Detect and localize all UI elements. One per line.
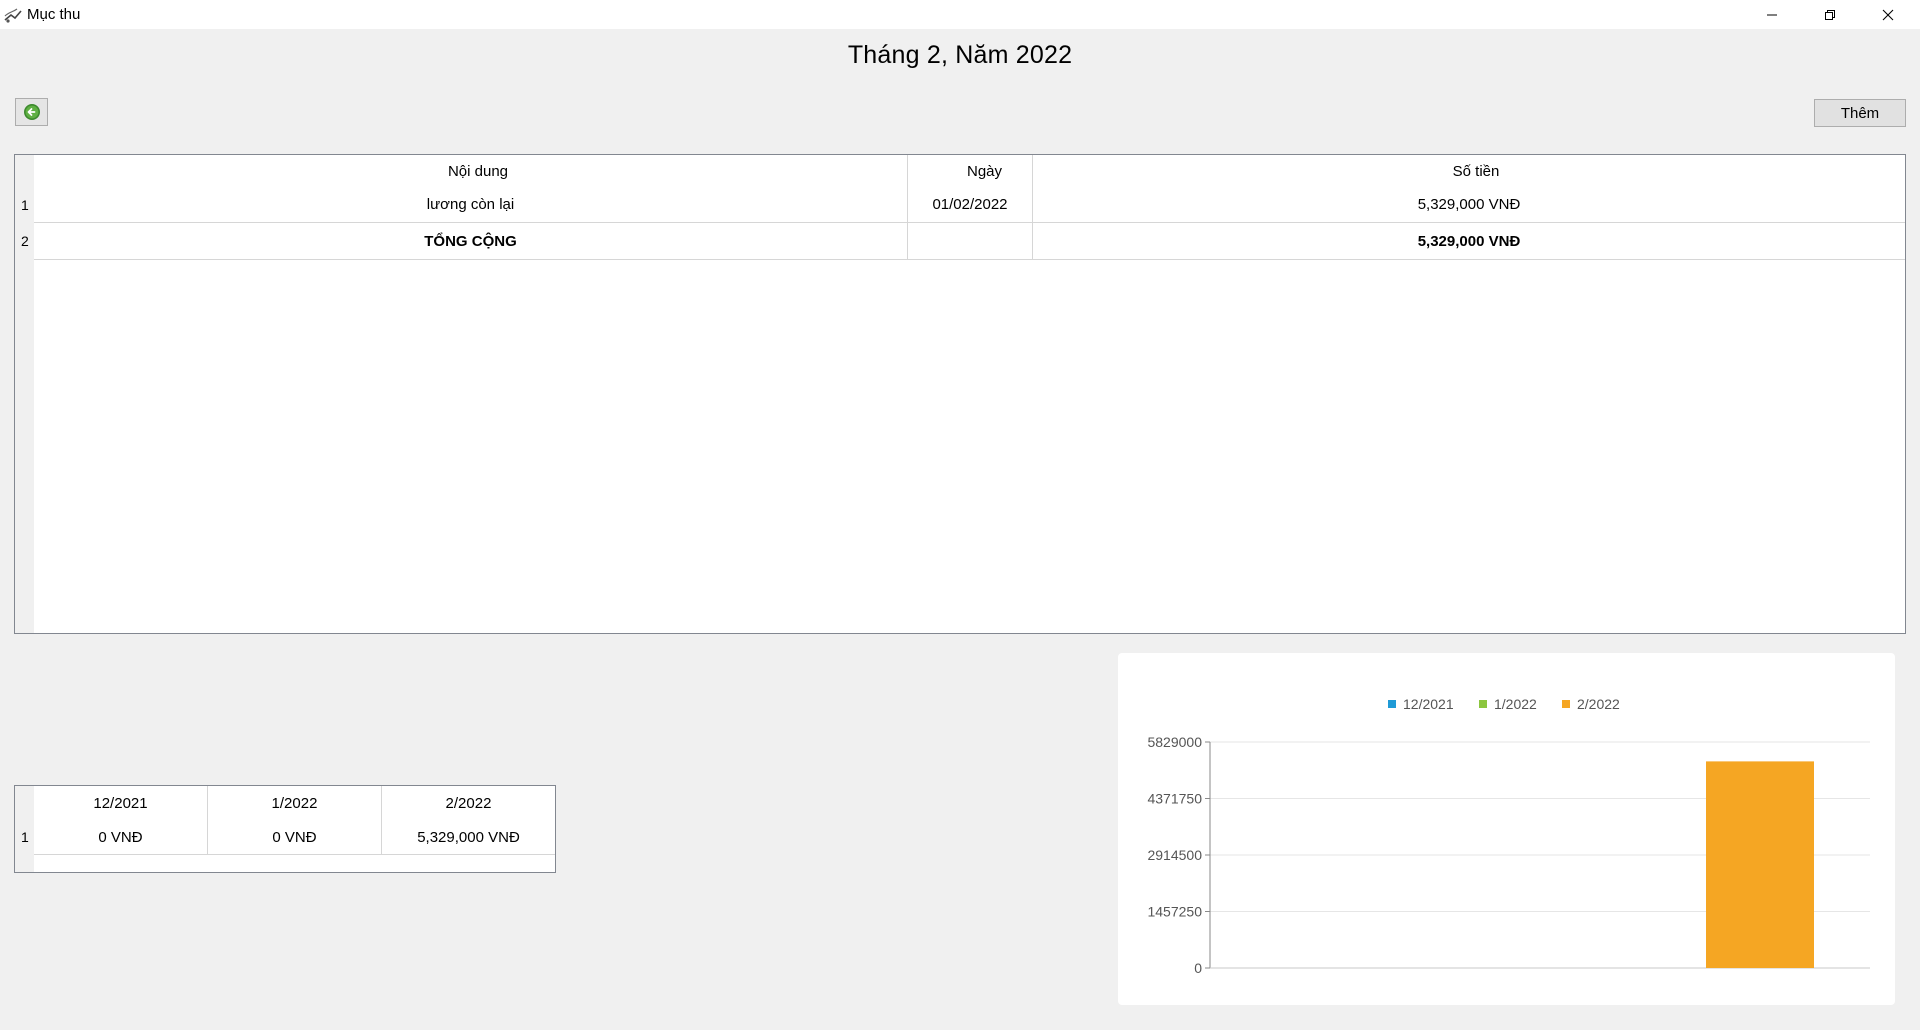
minimize-icon: [1767, 14, 1777, 15]
table-cell-total-label[interactable]: TỔNG CỘNG: [34, 223, 907, 259]
row-divider: [34, 259, 1905, 260]
back-button[interactable]: [15, 98, 48, 126]
page-title: Tháng 2, Năm 2022: [847, 41, 1073, 69]
window-title: Mục thu: [27, 6, 81, 23]
legend-swatch: [1479, 700, 1487, 708]
summary-table[interactable]: 12/2021 1/2022 2/2022 1 0 VNĐ 0 VNĐ 5,32…: [14, 785, 556, 873]
legend-swatch: [1562, 700, 1570, 708]
bar-chart: 12/2021 1/2022 2/2022 5829000 4371750 2914500…: [1147, 696, 1870, 976]
title-bar: Mục thu: [0, 0, 1920, 29]
table-cell-amount[interactable]: 5,329,000 VNĐ: [1033, 187, 1905, 222]
chart-card: 12/2021 1/2022 2/2022 5829000 4371750 2914500…: [1118, 653, 1895, 1005]
legend-label: 1/2022: [1494, 696, 1537, 712]
restore-button[interactable]: [1801, 0, 1859, 29]
row-number: 1: [21, 829, 29, 845]
bar[interactable]: [1706, 761, 1814, 968]
row-number: 2: [21, 233, 29, 249]
app-icon: [3, 6, 23, 24]
close-button[interactable]: [1859, 0, 1917, 29]
column-header-month[interactable]: 2/2022: [382, 786, 555, 820]
row-divider: [34, 854, 555, 855]
y-tick-label: 4371750: [1147, 791, 1202, 807]
column-header-month[interactable]: 12/2021: [34, 786, 207, 820]
legend-swatch: [1388, 700, 1396, 708]
close-icon: [1882, 9, 1894, 20]
y-tick-label: 2914500: [1147, 847, 1202, 863]
main-table[interactable]: Nội dung Ngày Số tiền 1 lương còn lại 01…: [14, 154, 1906, 634]
row-number: 1: [21, 196, 29, 213]
legend-label: 12/2021: [1403, 696, 1454, 712]
table-cell-total-amount[interactable]: 5,329,000 VNĐ: [1033, 223, 1905, 259]
column-header-amount[interactable]: Số tiền: [1047, 155, 1905, 187]
back-arrow-icon: [23, 104, 40, 120]
y-tick-label: 1457250: [1147, 904, 1202, 920]
y-tick-label: 5829000: [1147, 734, 1202, 750]
table-cell-date[interactable]: 01/02/2022: [908, 187, 1032, 222]
table-cell-content[interactable]: lương còn lại: [34, 187, 907, 222]
y-tick-label: 0: [1194, 960, 1202, 976]
table-cell-date[interactable]: [908, 223, 1032, 259]
column-header-content[interactable]: Nội dung: [34, 155, 922, 187]
minimize-button[interactable]: [1743, 0, 1801, 29]
column-header-date[interactable]: Ngày: [922, 155, 1047, 187]
add-button[interactable]: Thêm: [1814, 99, 1906, 127]
table-cell-value[interactable]: 0 VNĐ: [208, 820, 381, 854]
table-cell-value[interactable]: 5,329,000 VNĐ: [382, 820, 555, 854]
column-header-month[interactable]: 1/2022: [208, 786, 381, 820]
restore-icon: [1825, 9, 1835, 20]
table-cell-value[interactable]: 0 VNĐ: [34, 820, 207, 854]
legend-label: 2/2022: [1577, 696, 1620, 712]
